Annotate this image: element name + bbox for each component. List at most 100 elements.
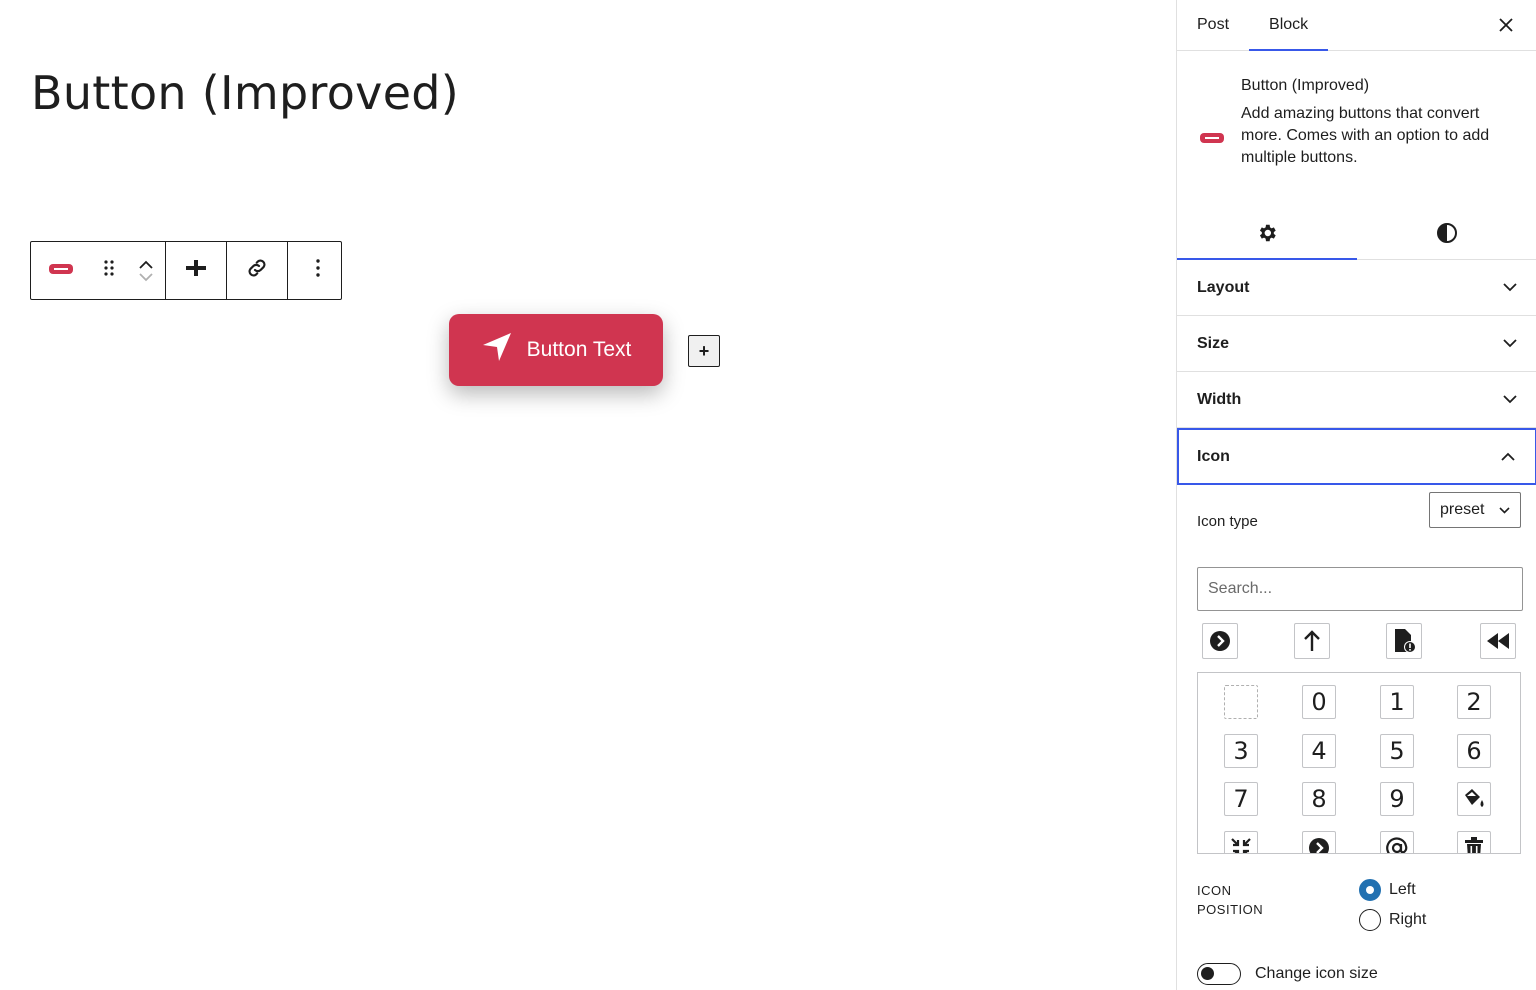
- icon-type-row: Icon type preset: [1177, 485, 1536, 565]
- radio-right[interactable]: Right: [1359, 909, 1426, 931]
- tab-block[interactable]: Block: [1249, 0, 1329, 51]
- radio-left-label: Left: [1389, 881, 1416, 898]
- icon-grid-cell[interactable]: 1: [1380, 685, 1414, 719]
- recent-icon-backward[interactable]: [1480, 623, 1516, 659]
- icon-grid-cell[interactable]: 9: [1380, 782, 1414, 816]
- change-icon-size-toggle[interactable]: [1197, 963, 1241, 985]
- icon-grid-cell-chevron-circle[interactable]: [1302, 831, 1336, 853]
- icon-type-select[interactable]: preset: [1429, 492, 1521, 528]
- icon-grid: 0 1 2 3 4 5 6 7 8 9: [1197, 672, 1521, 854]
- chevron-down-icon: [1499, 506, 1510, 514]
- block-card-title: Button (Improved): [1241, 77, 1370, 94]
- arrow-up-icon: [1304, 630, 1320, 651]
- navigation-arrow-icon: [481, 331, 513, 369]
- settings-sidebar: Post Block Button (Improved) Add amazing…: [1176, 0, 1536, 990]
- icon-grid-cell[interactable]: 4: [1302, 734, 1336, 768]
- icon-position-label-line2: POSITION: [1197, 902, 1264, 917]
- button-text[interactable]: Button Text: [527, 338, 632, 362]
- at-sign-icon: [1386, 837, 1408, 853]
- chevron-circle-right-icon: [1210, 631, 1230, 651]
- button-block-icon: [48, 262, 74, 280]
- link-icon: [245, 256, 269, 285]
- icon-grid-cell-compress[interactable]: [1224, 831, 1258, 853]
- icon-position-control: ICON POSITION Left Right: [1197, 879, 1527, 949]
- change-icon-size-label: Change icon size: [1255, 965, 1378, 982]
- file-alert-icon: [1395, 629, 1416, 653]
- recent-icons: [1202, 623, 1516, 659]
- inline-add-button[interactable]: +: [688, 335, 720, 367]
- panel-layout[interactable]: Layout: [1177, 260, 1536, 316]
- tab-settings[interactable]: [1177, 207, 1357, 260]
- panel-size-label: Size: [1197, 334, 1230, 352]
- toolbar-link-group: [227, 242, 288, 299]
- block-card: Button (Improved) Add amazing buttons th…: [1177, 51, 1536, 201]
- tab-post[interactable]: Post: [1177, 0, 1249, 50]
- panel-width[interactable]: Width: [1177, 372, 1536, 428]
- backward-icon: [1487, 633, 1509, 649]
- block-type-button[interactable]: [31, 242, 91, 299]
- main-button[interactable]: Button Text: [449, 314, 663, 386]
- icon-grid-cell[interactable]: 6: [1457, 734, 1491, 768]
- icon-grid-cell-at-sign[interactable]: [1380, 831, 1414, 853]
- icon-position-label-line1: ICON: [1197, 883, 1232, 898]
- move-down-button[interactable]: [138, 272, 154, 282]
- icon-grid-cell-empty[interactable]: [1224, 685, 1258, 719]
- icon-position-label: ICON POSITION: [1197, 881, 1297, 919]
- sidebar-tabs: Post Block: [1177, 0, 1536, 51]
- close-icon: [1499, 18, 1513, 32]
- icon-grid-cell[interactable]: 0: [1302, 685, 1336, 719]
- chevron-down-icon: [1503, 339, 1517, 348]
- add-button-toolbar[interactable]: [166, 242, 226, 299]
- link-button[interactable]: [227, 242, 287, 299]
- tab-styles[interactable]: [1357, 207, 1536, 259]
- drag-handle-icon: [103, 258, 115, 283]
- button-block-icon: [1199, 131, 1225, 149]
- chevron-down-icon: [1503, 395, 1517, 404]
- icon-panel-body: Icon type preset 0 1 2: [1177, 485, 1536, 985]
- drag-handle[interactable]: [91, 242, 127, 299]
- icon-search-input[interactable]: [1197, 567, 1523, 611]
- chevron-down-icon: [1503, 283, 1517, 292]
- icon-grid-cell[interactable]: 2: [1457, 685, 1491, 719]
- radio-left-input[interactable]: [1359, 879, 1381, 901]
- trash-icon: [1465, 837, 1483, 853]
- more-vertical-icon: [315, 258, 321, 283]
- panel-icon[interactable]: Icon: [1177, 428, 1536, 485]
- radio-left[interactable]: Left: [1359, 879, 1416, 901]
- chevron-down-icon: [139, 272, 153, 281]
- icon-grid-cell[interactable]: 5: [1380, 734, 1414, 768]
- icon-grid-cell-trash[interactable]: [1457, 831, 1491, 853]
- toolbar-block-group: [31, 242, 166, 299]
- paint-bucket-icon: [1465, 789, 1484, 807]
- block-movers: [127, 242, 165, 299]
- gear-icon: [1259, 224, 1276, 242]
- panel-layout-label: Layout: [1197, 278, 1250, 296]
- button-block: Button Text: [449, 314, 663, 386]
- chevron-up-icon: [1501, 452, 1515, 461]
- panel-width-label: Width: [1197, 390, 1242, 408]
- toolbar-more-group: [288, 242, 348, 299]
- recent-icon-arrow-up[interactable]: [1294, 623, 1330, 659]
- more-options-button[interactable]: [288, 242, 348, 299]
- icon-grid-cell[interactable]: 8: [1302, 782, 1336, 816]
- close-sidebar-button[interactable]: [1491, 10, 1521, 40]
- contrast-icon: [1437, 223, 1457, 243]
- icon-type-value: preset: [1440, 501, 1485, 518]
- recent-icon-file-alert[interactable]: [1386, 623, 1422, 659]
- chevron-up-icon: [139, 260, 153, 269]
- icon-grid-cell-paint-bucket[interactable]: [1457, 782, 1491, 816]
- icon-grid-cell[interactable]: 7: [1224, 782, 1258, 816]
- recent-icon-chevron-circle-right[interactable]: [1202, 623, 1238, 659]
- icon-grid-cell[interactable]: 3: [1224, 734, 1258, 768]
- compress-arrows-icon: [1231, 838, 1251, 853]
- block-card-description: Add amazing buttons that convert more. C…: [1241, 105, 1490, 166]
- icon-size-toggle-row: Change icon size: [1197, 963, 1378, 985]
- radio-right-input[interactable]: [1359, 909, 1381, 931]
- radio-right-label: Right: [1389, 911, 1427, 928]
- move-up-button[interactable]: [138, 260, 154, 270]
- add-button-icon: [185, 257, 207, 284]
- page-title[interactable]: Button (Improved): [31, 66, 459, 120]
- inspector-tabs: [1177, 207, 1536, 260]
- icon-type-label: Icon type: [1197, 513, 1258, 530]
- panel-size[interactable]: Size: [1177, 316, 1536, 372]
